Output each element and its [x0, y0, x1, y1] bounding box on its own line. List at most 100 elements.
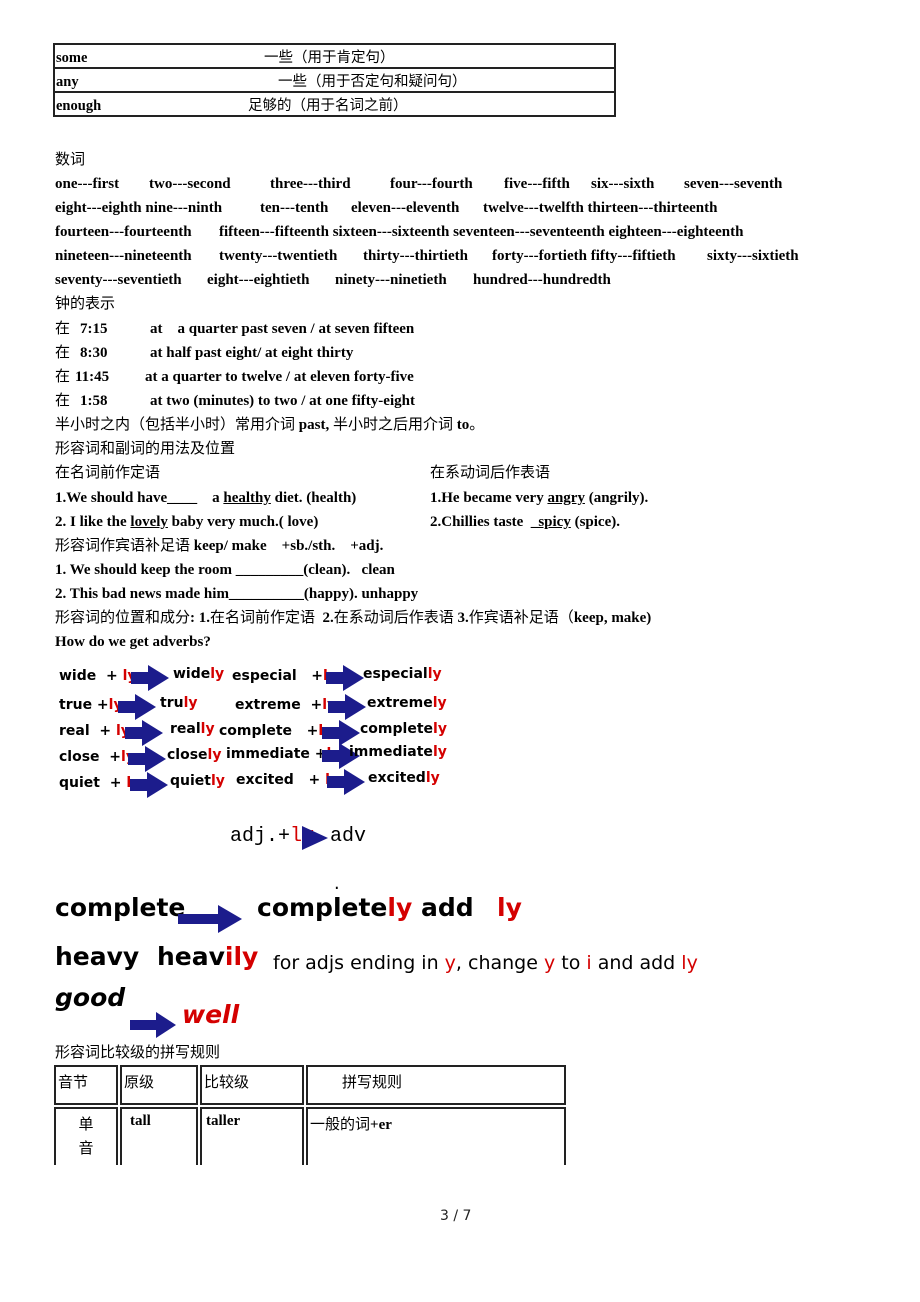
numerals-heading: 数词: [55, 152, 86, 168]
base-word: immediate +: [226, 746, 327, 762]
rule1-ly: ly: [497, 893, 522, 922]
meaning-cell: 足够的（用于名词之前）: [247, 91, 616, 117]
rule3-base: good: [55, 983, 126, 1012]
complement-heading: 形容词作宾语补足语 keep/ make +sb./sth. +adj.: [55, 536, 383, 556]
note-end: 。: [469, 417, 485, 433]
example-answer: angry: [547, 490, 585, 506]
example-text: baby very much.( love): [167, 514, 319, 530]
numeral-pair: two---second: [149, 176, 231, 192]
result-suffix: ly: [427, 666, 442, 682]
example-text: 1.He became very: [430, 490, 548, 506]
adverb-result: completely: [360, 721, 447, 737]
formula-adj: adj.+: [230, 825, 291, 848]
time-expression: at two (minutes) to two / at one fifty-e…: [150, 393, 415, 409]
table-header-row: 音节 原级 比较级 拼写规则: [54, 1065, 566, 1105]
numeral-pair: twenty---twentieth: [219, 248, 338, 264]
note-past: past,: [298, 417, 330, 433]
numeral-pair: fifteen---fifteenth sixteen---sixteenth …: [219, 224, 744, 240]
adverb-result: truly: [160, 695, 198, 711]
base-word: true +: [59, 697, 109, 713]
base-word: especial +: [232, 668, 324, 684]
page-sep: /: [453, 1208, 459, 1224]
position-summary: 形容词的位置和成分: 1.在名词前作定语 2.在系动词后作表语 3.作宾语补足语…: [55, 608, 651, 628]
adverb-result: extremely: [367, 695, 447, 711]
complement-cn: 形容词作宾语补足语: [55, 538, 191, 554]
note-to: to: [456, 417, 470, 433]
base-word: complete +: [219, 723, 319, 739]
result-suffix: ly: [210, 773, 225, 789]
note-part: and add: [591, 952, 682, 974]
time-prefix: 在: [55, 369, 71, 385]
quantifier-table: some 一些（用于肯定句） any 一些（用于否定句和疑问句） enough 足够的（用…: [53, 43, 616, 117]
rule2-base: heavy: [55, 942, 140, 971]
table-row: some 一些（用于肯定句）: [53, 43, 616, 69]
arrow-icon: [130, 1012, 176, 1038]
note-part: , change: [455, 952, 544, 974]
result-stem: tru: [160, 695, 184, 711]
example-answer: lovely: [130, 514, 168, 530]
meaning-cell: 一些（用于否定句和疑问句）: [247, 67, 616, 93]
time-value: 7:15: [80, 321, 108, 337]
result-suffix: ly: [433, 721, 447, 737]
numeral-pair: nineteen---nineteenth: [55, 248, 192, 264]
numeral-pair: three---third: [270, 176, 351, 192]
adverb-base: real + ly: [59, 723, 130, 739]
header-rule: 拼写规则: [306, 1065, 566, 1105]
result-suffix: ly: [200, 721, 215, 737]
result-suffix: ly: [207, 747, 222, 763]
arrow-icon: [328, 694, 366, 720]
adverb-result: excitedly: [368, 770, 440, 786]
rule1-add: add: [421, 893, 474, 922]
numeral-pair: seventy---seventieth: [55, 272, 182, 288]
formula-dot: .: [332, 876, 342, 894]
header-comparative: 比较级: [200, 1065, 304, 1105]
result-stem: complete: [360, 721, 434, 737]
adverb-result: widely: [173, 666, 224, 682]
base-word: close +: [59, 749, 122, 765]
numeral-pair: one---first: [55, 176, 120, 192]
summary-part: : 1.: [190, 610, 211, 626]
numeral-pair: seven---seventh: [684, 176, 783, 192]
summary-part: 3.: [457, 610, 469, 626]
rule3-result: well: [182, 1000, 240, 1029]
comparative-heading: 形容词比较级的拼写规则: [55, 1045, 221, 1061]
result-suffix: ly: [210, 666, 225, 682]
adverb-base: especial +ly: [232, 668, 337, 684]
note-part: y: [543, 952, 556, 974]
meaning-text: 一些（用于否定句和疑问句）: [278, 74, 467, 90]
result-suffix: ly: [425, 770, 440, 786]
note-part: y: [444, 952, 456, 974]
arrow-icon: [178, 905, 242, 933]
numeral-pair: eight---eighth nine---ninth: [55, 200, 223, 216]
adverb-base: true +ly: [59, 697, 123, 713]
predicative-example-2: 2.Chillies taste _spicy (spice).: [430, 512, 620, 532]
meaning-text: 一些（用于肯定句）: [264, 50, 395, 66]
rule2-note: for adjs ending in y, change y to i and …: [273, 952, 698, 974]
numeral-pair: ninety---ninetieth: [335, 272, 447, 288]
time-prefix: 在: [55, 393, 71, 409]
table-row: 单 音 tall taller 一般的词+er: [54, 1107, 566, 1165]
adverb-result: really: [170, 721, 215, 737]
adverb-base: extreme +ly: [235, 697, 336, 713]
summary-part: 在名词前作定语: [210, 610, 323, 626]
base-word: excited +: [236, 772, 326, 788]
cell-comparative: taller: [200, 1107, 304, 1165]
numeral-pair: ten---tenth: [260, 200, 329, 216]
numeral-pair: eleven---eleventh: [351, 200, 460, 216]
result-stem: immediate: [349, 744, 433, 760]
time-value: 8:30: [80, 345, 108, 361]
result-stem: real: [170, 721, 201, 737]
numeral-pair: five---fifth: [504, 176, 570, 192]
adverb-result: especially: [363, 666, 442, 682]
arrow-icon: [125, 720, 163, 746]
cell-base: tall: [120, 1107, 198, 1165]
example-answer: _spicy: [530, 514, 571, 530]
arrow-icon: [327, 769, 365, 795]
numeral-pair: sixty---sixtieth: [707, 248, 799, 264]
result-suffix: ily: [224, 942, 259, 971]
time-heading: 钟的表示: [55, 296, 116, 312]
time-note: 半小时之内（包括半小时）常用介词 past, 半小时之后用介词 to。: [55, 415, 484, 435]
note-part: to: [555, 952, 587, 974]
time-expression: at a quarter to twelve / at eleven forty…: [145, 369, 414, 385]
result-stem: heav: [157, 942, 225, 971]
